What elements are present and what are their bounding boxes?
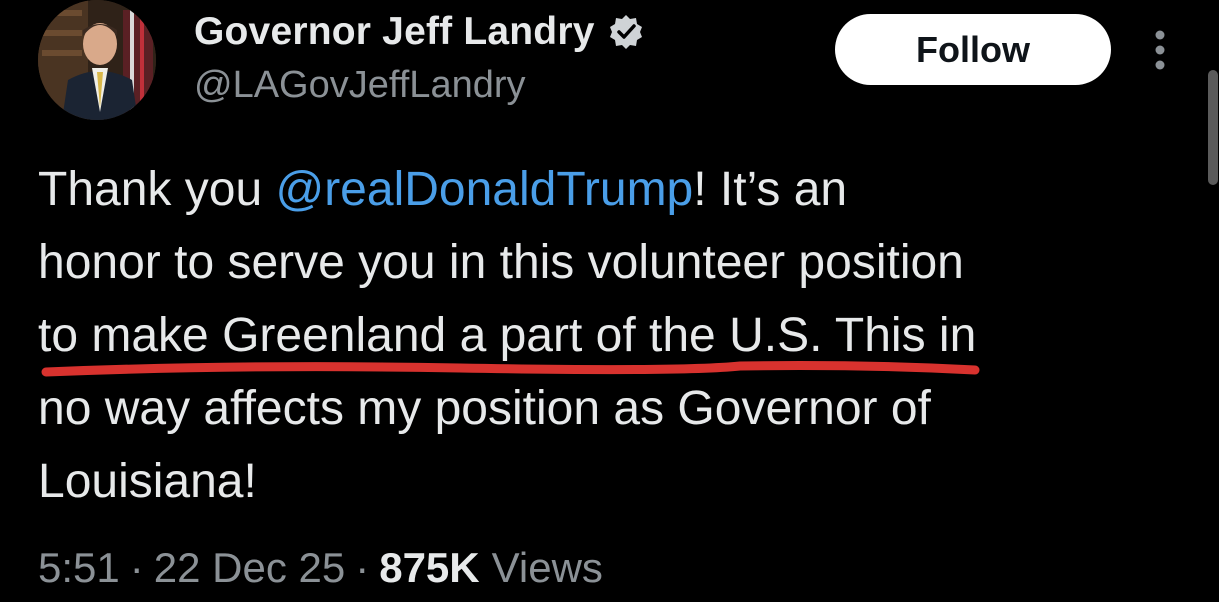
tweet-line-2: honor to serve you in this volunteer pos… <box>38 236 964 289</box>
tweet-line-5: Louisiana! <box>38 455 257 508</box>
mention-link[interactable]: @realDonaldTrump <box>275 163 693 216</box>
view-count[interactable]: 875K <box>379 544 479 592</box>
profile-photo-icon <box>38 0 156 120</box>
tweet-time[interactable]: 5:51 <box>38 544 120 592</box>
views-label: Views <box>491 544 603 591</box>
more-vertical-icon[interactable] <box>1148 28 1172 72</box>
follow-button[interactable]: Follow <box>835 14 1111 85</box>
tweet-text-segment: ! It’s an <box>693 163 848 216</box>
tweet-card: Governor Jeff Landry @LAGovJeffLandry Fo… <box>0 0 1219 602</box>
scrollbar-thumb[interactable] <box>1208 70 1218 185</box>
scrollbar[interactable] <box>1207 0 1219 602</box>
separator-dot: · <box>129 544 144 591</box>
tweet-text: Thank you @realDonaldTrump! It’s an hono… <box>38 153 1203 518</box>
tweet-meta: 5:51 · 22 Dec 25 · 875K Views <box>38 540 603 596</box>
author-display-name[interactable]: Governor Jeff Landry <box>194 10 595 54</box>
separator-dot: · <box>355 544 370 591</box>
tweet-date[interactable]: 22 Dec 25 <box>154 544 345 592</box>
tweet-line-4: no way affects my position as Governor o… <box>38 382 931 435</box>
tweet-line-1: Thank you @realDonaldTrump! It’s an <box>38 153 1203 226</box>
author-avatar[interactable] <box>38 0 156 120</box>
verified-badge-icon <box>607 13 645 51</box>
tweet-text-segment: Thank you <box>38 163 276 216</box>
tweet-line-3: to make Greenland a part of the U.S. Thi… <box>38 309 977 362</box>
author-handle[interactable]: @LAGovJeffLandry <box>194 64 526 107</box>
display-name-row: Governor Jeff Landry <box>194 8 645 56</box>
